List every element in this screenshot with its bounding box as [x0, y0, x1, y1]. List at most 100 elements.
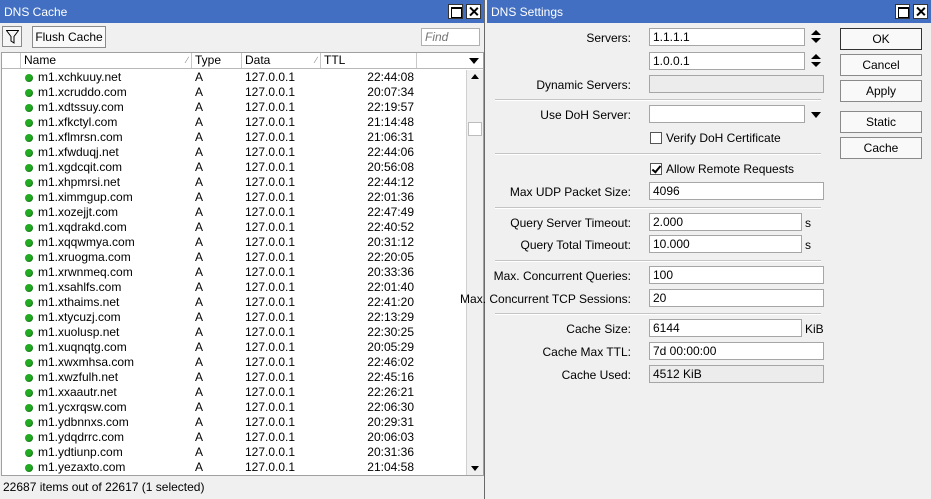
table-row[interactable]: m1.xflmrsn.com A 127.0.0.1 21:06:31	[2, 130, 467, 145]
server-1-input[interactable]: 1.1.1.1	[649, 28, 805, 46]
type-cell: A	[195, 250, 204, 264]
table-row[interactable]: m1.xhpmrsi.net A 127.0.0.1 22:44:12	[2, 175, 467, 190]
maximize-icon[interactable]	[895, 4, 910, 19]
table-row[interactable]: m1.ydbnnxs.com A 127.0.0.1 20:29:31	[2, 415, 467, 430]
table-row[interactable]: m1.xuqnqtg.com A 127.0.0.1 20:05:29	[2, 340, 467, 355]
ttl-cell: 20:31:36	[367, 445, 414, 459]
name-cell: m1.xfkctyl.com	[21, 115, 192, 130]
ttl-cell: 22:47:49	[367, 205, 414, 219]
table-row[interactable]: m1.yezaxto.com A 127.0.0.1 21:04:58	[2, 460, 467, 475]
max-concurrent-tcp-input[interactable]: 20	[649, 289, 824, 307]
query-server-timeout-label: Query Server Timeout:	[510, 216, 631, 230]
row-select-cell	[2, 205, 21, 220]
select-column-header	[2, 53, 21, 68]
maximize-icon[interactable]	[448, 4, 463, 19]
dns-cache-titlebar[interactable]: DNS Cache	[0, 0, 484, 23]
vertical-scrollbar[interactable]	[466, 70, 483, 475]
ttl-cell: 22:26:21	[367, 385, 414, 399]
cache-button[interactable]: Cache	[840, 137, 922, 159]
status-dot-icon	[25, 223, 33, 232]
column-header-type[interactable]: Type	[192, 53, 242, 68]
table-row[interactable]: m1.xwzfulh.net A 127.0.0.1 22:45:16	[2, 370, 467, 385]
type-cell: A	[195, 460, 204, 474]
table-row[interactable]: m1.ydtiunp.com A 127.0.0.1 20:31:36	[2, 445, 467, 460]
chevron-down-icon[interactable]	[811, 111, 821, 119]
doh-server-input[interactable]	[649, 105, 805, 123]
type-cell: A	[195, 280, 204, 294]
filter-button[interactable]	[2, 26, 22, 47]
server-2-input[interactable]: 1.0.0.1	[649, 52, 805, 70]
ttl-cell: 22:40:52	[367, 220, 414, 234]
apply-button[interactable]: Apply	[840, 80, 922, 102]
row-select-cell	[2, 310, 21, 325]
row-select-cell	[2, 355, 21, 370]
ttl-cell: 22:45:16	[367, 370, 414, 384]
allow-remote-checkbox[interactable]	[650, 163, 662, 175]
separator	[495, 313, 821, 315]
name-value: m1.xozejjt.com	[38, 205, 119, 219]
close-icon[interactable]	[466, 4, 481, 19]
column-header-ttl[interactable]: TTL	[321, 53, 417, 68]
table-row[interactable]: m1.xxaautr.net A 127.0.0.1 22:26:21	[2, 385, 467, 400]
cache-size-input[interactable]: 6144	[649, 319, 802, 337]
cancel-button[interactable]: Cancel	[840, 54, 922, 76]
name-value: m1.xfkctyl.com	[38, 115, 118, 129]
table-row[interactable]: m1.xdtssuy.com A 127.0.0.1 22:19:57	[2, 100, 467, 115]
table-row[interactable]: m1.xqdrakd.com A 127.0.0.1 22:40:52	[2, 220, 467, 235]
find-input[interactable]	[421, 28, 480, 46]
table-row[interactable]: m1.xqqwmya.com A 127.0.0.1 20:31:12	[2, 235, 467, 250]
scroll-thumb[interactable]	[468, 122, 482, 136]
name-value: m1.yezaxto.com	[38, 460, 126, 474]
table-row[interactable]: m1.xsahlfs.com A 127.0.0.1 22:01:40	[2, 280, 467, 295]
table-row[interactable]: m1.xrwnmeq.com A 127.0.0.1 20:33:36	[2, 265, 467, 280]
ttl-cell: 22:13:29	[367, 310, 414, 324]
close-icon[interactable]	[913, 4, 928, 19]
table-row[interactable]: m1.xruogma.com A 127.0.0.1 22:20:05	[2, 250, 467, 265]
static-button[interactable]: Static	[840, 111, 922, 133]
data-cell: 127.0.0.1	[245, 100, 296, 114]
name-cell: m1.xfwduqj.net	[21, 145, 192, 160]
table-row[interactable]: m1.xfkctyl.com A 127.0.0.1 21:14:48	[2, 115, 467, 130]
query-server-timeout-input[interactable]: 2.000	[649, 213, 802, 231]
status-dot-icon	[25, 238, 33, 247]
table-row[interactable]: m1.xozejjt.com A 127.0.0.1 22:47:49	[2, 205, 467, 220]
table-row[interactable]: m1.xwxmhsa.com A 127.0.0.1 22:46:02	[2, 355, 467, 370]
column-menu-icon[interactable]	[465, 53, 483, 68]
updown-icon[interactable]	[811, 29, 821, 45]
name-cell: m1.ximmgup.com	[21, 190, 192, 205]
max-udp-input[interactable]: 4096	[649, 182, 824, 200]
name-value: m1.xdtssuy.com	[38, 100, 124, 114]
data-cell: 127.0.0.1	[245, 250, 296, 264]
table-row[interactable]: m1.ximmgup.com A 127.0.0.1 22:01:36	[2, 190, 467, 205]
row-select-cell	[2, 280, 21, 295]
table-row[interactable]: m1.xgdcqit.com A 127.0.0.1 20:56:08	[2, 160, 467, 175]
data-cell: 127.0.0.1	[245, 85, 296, 99]
verify-doh-checkbox[interactable]	[650, 132, 662, 144]
table-row[interactable]: m1.xuolusp.net A 127.0.0.1 22:30:25	[2, 325, 467, 340]
table-row[interactable]: m1.ycxrqsw.com A 127.0.0.1 22:06:30	[2, 400, 467, 415]
data-cell: 127.0.0.1	[245, 160, 296, 174]
table-row[interactable]: m1.xcruddo.com A 127.0.0.1 20:07:34	[2, 85, 467, 100]
updown-icon[interactable]	[811, 53, 821, 69]
max-concurrent-queries-input[interactable]: 100	[649, 266, 824, 284]
table-row[interactable]: m1.xthaims.net A 127.0.0.1 22:41:20	[2, 295, 467, 310]
table-row[interactable]: m1.xfwduqj.net A 127.0.0.1 22:44:06	[2, 145, 467, 160]
flush-cache-button[interactable]: Flush Cache	[32, 26, 106, 48]
data-cell: 127.0.0.1	[245, 280, 296, 294]
dns-settings-titlebar[interactable]: DNS Settings	[487, 0, 931, 23]
table-row[interactable]: m1.xtycuzj.com A 127.0.0.1 22:13:29	[2, 310, 467, 325]
table-row[interactable]: m1.xchkuuy.net A 127.0.0.1 22:44:08	[2, 70, 467, 85]
dynamic-servers-field	[649, 75, 824, 93]
column-header-data[interactable]: Data ∕	[242, 53, 321, 68]
table-row[interactable]: m1.ydqdrrc.com A 127.0.0.1 20:06:03	[2, 430, 467, 445]
ttl-cell: 22:01:36	[367, 190, 414, 204]
column-name-label: Name	[24, 53, 57, 67]
ok-button[interactable]: OK	[840, 28, 922, 50]
query-total-timeout-input[interactable]: 10.000	[649, 235, 802, 253]
name-value: m1.ydbnnxs.com	[38, 415, 129, 429]
name-value: m1.xcruddo.com	[38, 85, 127, 99]
scroll-down-icon[interactable]	[467, 461, 483, 475]
cache-max-ttl-input[interactable]: 7d 00:00:00	[649, 342, 824, 360]
scroll-up-icon[interactable]	[467, 70, 483, 84]
column-header-name[interactable]: Name ∕	[21, 53, 192, 68]
